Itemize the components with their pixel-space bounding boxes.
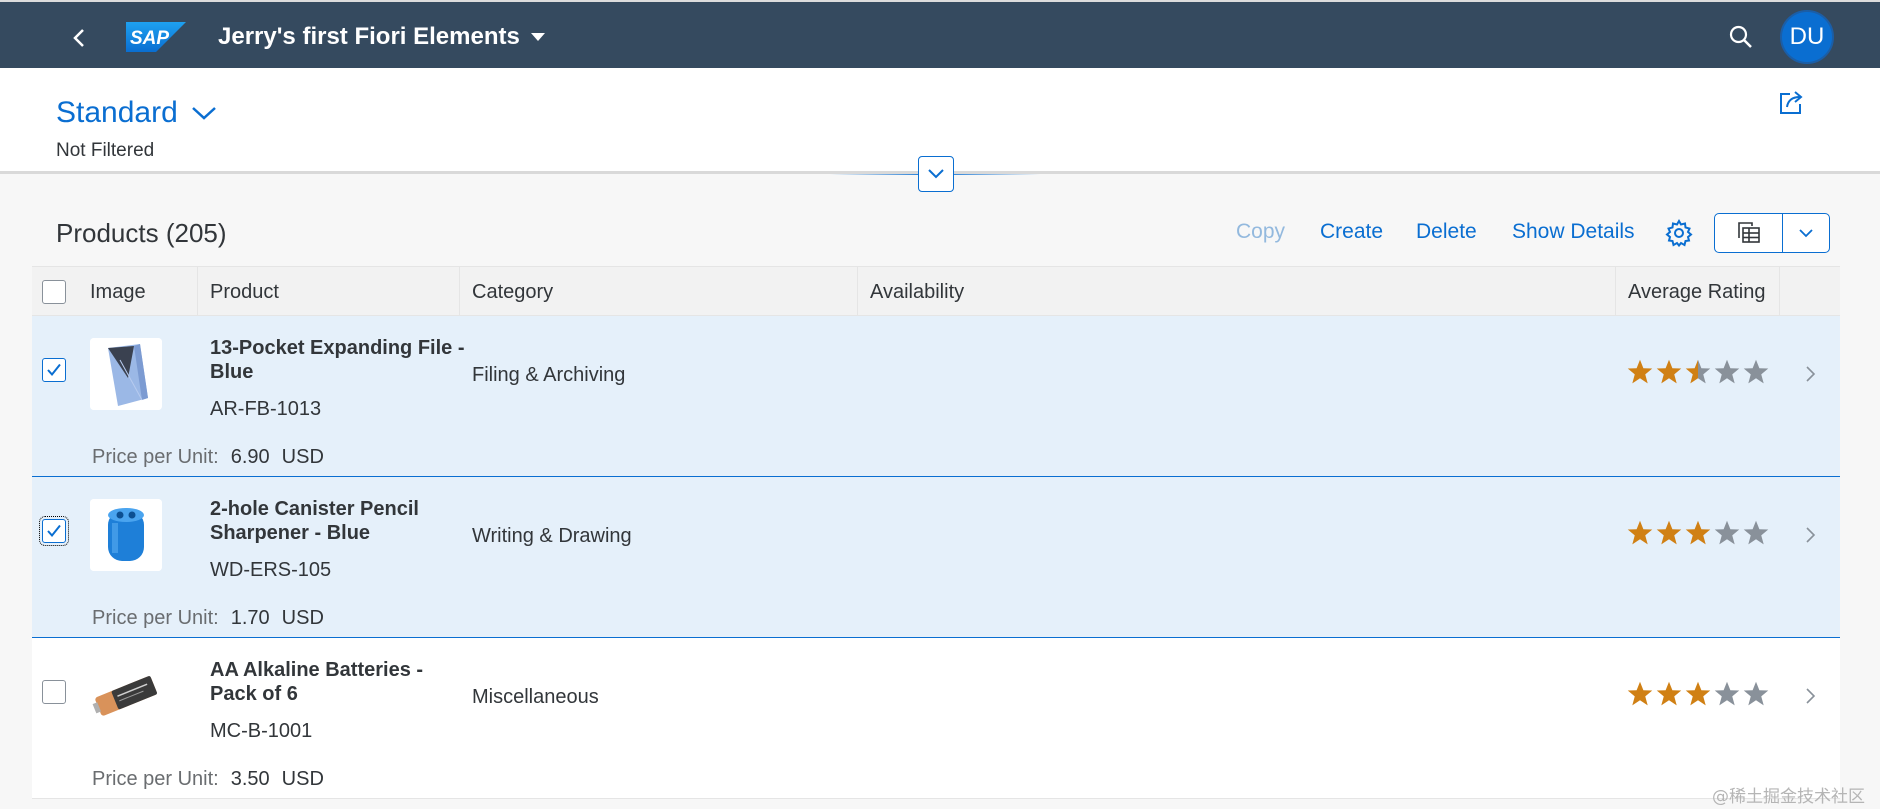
star-empty-icon [1743, 681, 1769, 706]
back-button[interactable] [62, 20, 98, 56]
price-per-unit: Price per Unit: 3.50 USD [92, 768, 324, 791]
shell-bar: SAP Jerry's first Fiori Elements DU [0, 0, 1880, 68]
product-image[interactable] [90, 660, 162, 732]
price-label: Price per Unit: [92, 607, 219, 629]
view-switch [1714, 213, 1830, 253]
chevron-right-icon [1806, 366, 1816, 382]
share-button[interactable] [1776, 88, 1806, 118]
delete-button[interactable]: Delete [1416, 220, 1477, 244]
row-checkbox[interactable] [39, 516, 69, 546]
price-currency: USD [281, 768, 324, 790]
price-currency: USD [281, 607, 324, 629]
column-header-image[interactable]: Image [78, 267, 198, 317]
expand-header-button[interactable] [918, 156, 954, 192]
table-title: Products (205) [56, 218, 227, 248]
expanding-file-image [90, 338, 162, 410]
create-button[interactable]: Create [1320, 220, 1383, 244]
chevron-right-icon [1806, 688, 1816, 704]
price-value: 6.90 [230, 446, 270, 468]
table-row[interactable]: 2-hole Canister Pencil Sharpener - Blue … [32, 477, 1840, 638]
price-per-unit: Price per Unit: 6.90 USD [92, 446, 324, 469]
view-dropdown-button[interactable] [1783, 214, 1829, 252]
share-icon [1780, 91, 1803, 114]
price-label: Price per Unit: [92, 446, 219, 468]
star-empty-icon [1714, 681, 1740, 706]
product-category: Filing & Archiving [472, 364, 626, 386]
table-view-icon [1737, 222, 1760, 243]
star-filled-icon [1627, 520, 1653, 545]
search-icon [1729, 25, 1752, 48]
star-half-icon [1685, 359, 1711, 384]
row-checkbox[interactable] [42, 680, 66, 704]
star-empty-icon [1714, 359, 1740, 384]
chevron-down-icon [191, 107, 216, 120]
star-filled-icon [1656, 359, 1682, 384]
star-empty-icon [1743, 359, 1769, 384]
star-filled-icon [1627, 359, 1653, 384]
watermark: @稀土掘金技术社区 [1712, 787, 1865, 807]
rating-indicator [1626, 680, 1770, 708]
products-table: Image Product Category Availability Aver… [32, 266, 1840, 799]
chevron-down-icon [1799, 229, 1813, 238]
chevron-down-icon [928, 169, 944, 179]
chevron-right-icon [1806, 527, 1816, 543]
star-filled-icon [1685, 520, 1711, 545]
star-filled-icon [1685, 681, 1711, 706]
star-filled-icon [1627, 681, 1653, 706]
product-name: AA Alkaline Batteries - Pack of 6 [210, 659, 424, 705]
app-title-menu[interactable]: Jerry's first Fiori Elements [218, 22, 546, 52]
sap-logo: SAP [126, 22, 186, 52]
user-avatar[interactable]: DU [1780, 10, 1834, 64]
product-category: Writing & Drawing [472, 525, 632, 547]
svg-text:SAP: SAP [130, 28, 169, 49]
variant-management[interactable]: Standard [56, 96, 218, 130]
row-navigation-button[interactable] [1798, 362, 1822, 386]
star-filled-icon [1656, 520, 1682, 545]
price-currency: USD [281, 446, 324, 468]
rating-indicator [1626, 358, 1770, 386]
checkmark-icon [47, 363, 61, 377]
price-per-unit: Price per Unit: 1.70 USD [92, 607, 324, 630]
filter-status: Not Filtered [56, 140, 155, 161]
price-value: 1.70 [230, 607, 270, 629]
product-name: 2-hole Canister Pencil Sharpener - Blue [210, 498, 419, 544]
row-checkbox[interactable] [42, 358, 66, 382]
column-header-average-rating[interactable]: Average Rating [1616, 267, 1780, 317]
checkmark-icon [47, 524, 61, 538]
table-view-button[interactable] [1715, 214, 1783, 252]
product-id: WD-ERS-105 [210, 559, 332, 581]
batteries-image [90, 660, 162, 732]
product-category: Miscellaneous [472, 686, 599, 708]
variant-name: Standard [56, 96, 178, 129]
price-value: 3.50 [230, 768, 270, 790]
price-label: Price per Unit: [92, 768, 219, 790]
product-image[interactable] [90, 499, 162, 571]
product-id: AR-FB-1013 [210, 398, 322, 420]
select-all-checkbox[interactable] [42, 280, 66, 304]
app-title: Jerry's first Fiori Elements [218, 23, 520, 50]
search-button[interactable] [1726, 22, 1756, 52]
product-name: 13-Pocket Expanding File - Blue [210, 337, 465, 383]
product-id: MC-B-1001 [210, 720, 313, 742]
rating-indicator [1626, 519, 1770, 547]
product-image[interactable] [90, 338, 162, 410]
table-row[interactable]: 13-Pocket Expanding File - Blue AR-FB-10… [32, 316, 1840, 477]
table-settings-button[interactable] [1664, 218, 1694, 248]
table-header: Image Product Category Availability Aver… [32, 266, 1840, 317]
show-details-button[interactable]: Show Details [1512, 220, 1635, 244]
caret-down-icon [530, 33, 545, 41]
chevron-left-icon [73, 29, 84, 47]
gear-icon [1665, 218, 1693, 248]
column-header-category[interactable]: Category [460, 267, 858, 317]
row-navigation-button[interactable] [1798, 523, 1822, 547]
star-empty-icon [1743, 520, 1769, 545]
table-row[interactable]: AA Alkaline Batteries - Pack of 6 MC-B-1… [32, 638, 1840, 799]
column-header-product[interactable]: Product [198, 267, 460, 317]
row-navigation-button[interactable] [1798, 684, 1822, 708]
star-empty-icon [1714, 520, 1740, 545]
pencil-sharpener-image [90, 499, 162, 571]
copy-button[interactable]: Copy [1236, 220, 1285, 244]
star-filled-icon [1656, 681, 1682, 706]
column-header-availability[interactable]: Availability [858, 267, 1616, 317]
